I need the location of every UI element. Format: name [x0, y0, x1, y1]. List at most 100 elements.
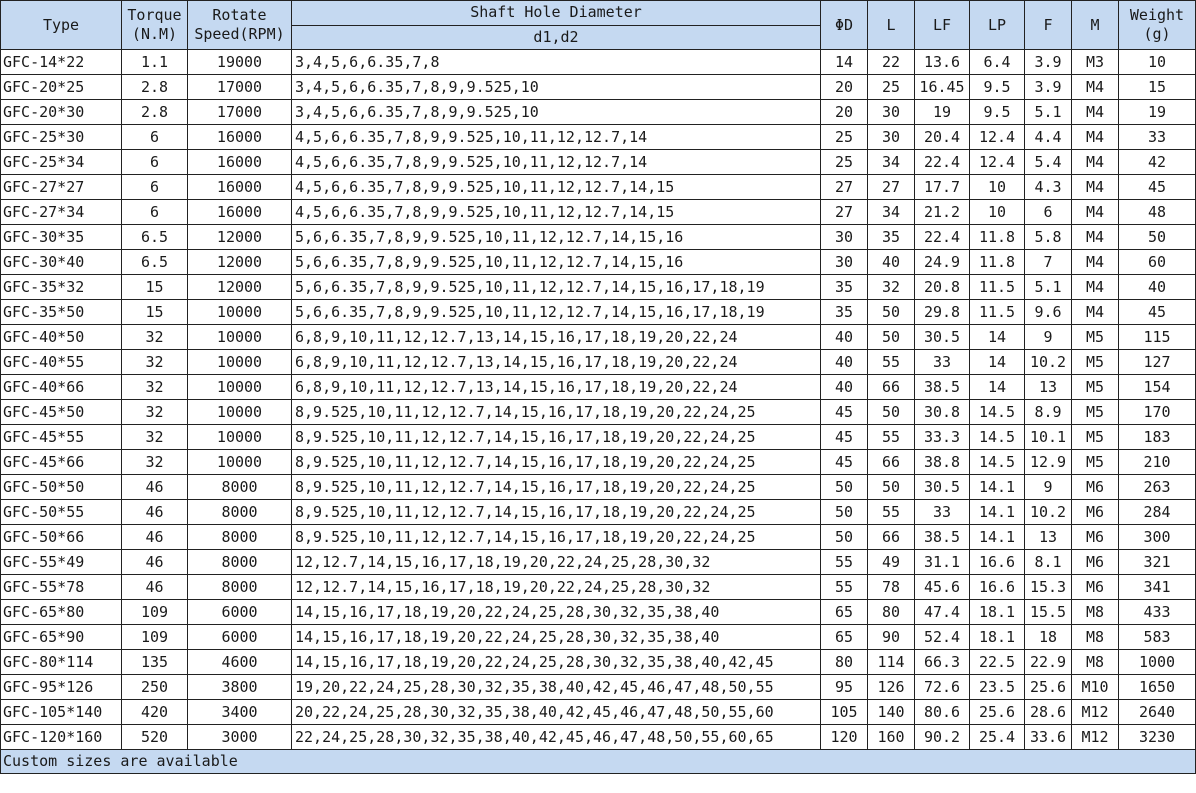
cell-type: GFC-40*55: [0, 349, 122, 375]
cell-type: GFC-55*78: [0, 574, 122, 600]
cell-type: GFC-20*30: [0, 99, 122, 125]
table-row: GFC-27*34 6 16000 4,5,6,6.35,7,8,9,9.525,10…: [0, 199, 1196, 225]
col-shaft-hole: Shaft Hole Diameter: [291, 0, 821, 26]
cell-f: 15.3: [1024, 574, 1072, 600]
cell-type: GFC-45*55: [0, 424, 122, 450]
cell-torque: 420: [121, 699, 188, 725]
cell-lp: 18.1: [969, 624, 1025, 650]
cell-lp: 10: [969, 199, 1025, 225]
cell-torque: 32: [121, 324, 188, 350]
cell-m: M6: [1071, 499, 1119, 525]
cell-type: GFC-55*49: [0, 549, 122, 575]
cell-l: 90: [867, 624, 915, 650]
cell-lf: 29.8: [914, 299, 970, 325]
cell-f: 4.4: [1024, 124, 1072, 150]
cell-lf: 30.8: [914, 399, 970, 425]
cell-weight: 583: [1118, 624, 1196, 650]
cell-f: 9: [1024, 324, 1072, 350]
cell-shaft-diameters: 5,6,6.35,7,8,9,9.525,10,11,12,12.7,14,15…: [291, 299, 821, 325]
cell-phid: 40: [820, 349, 868, 375]
cell-type: GFC-40*50: [0, 324, 122, 350]
cell-phid: 55: [820, 549, 868, 575]
cell-m: M4: [1071, 124, 1119, 150]
cell-l: 35: [867, 224, 915, 250]
cell-weight: 1000: [1118, 649, 1196, 675]
cell-shaft-diameters: 5,6,6.35,7,8,9,9.525,10,11,12,12.7,14,15…: [291, 274, 821, 300]
cell-l: 22: [867, 49, 915, 75]
cell-f: 9: [1024, 474, 1072, 500]
cell-torque: 46: [121, 574, 188, 600]
cell-m: M12: [1071, 724, 1119, 750]
cell-l: 78: [867, 574, 915, 600]
cell-type: GFC-20*25: [0, 74, 122, 100]
cell-shaft-diameters: 19,20,22,24,25,28,30,32,35,38,40,42,45,4…: [291, 674, 821, 700]
cell-weight: 2640: [1118, 699, 1196, 725]
col-speed-label: Rotate: [212, 6, 267, 24]
cell-f: 6: [1024, 199, 1072, 225]
cell-shaft-diameters: 3,4,5,6,6.35,7,8,9,9.525,10: [291, 74, 821, 100]
cell-type: GFC-45*50: [0, 399, 122, 425]
cell-f: 12.9: [1024, 449, 1072, 475]
cell-torque: 46: [121, 524, 188, 550]
cell-type: GFC-50*50: [0, 474, 122, 500]
cell-shaft-diameters: 4,5,6,6.35,7,8,9,9.525,10,11,12,12.7,14,…: [291, 174, 821, 200]
table-row: GFC-105*140 420 3400 20,22,24,25,28,30,32,3…: [0, 699, 1196, 725]
cell-f: 7: [1024, 249, 1072, 275]
cell-m: M10: [1071, 674, 1119, 700]
cell-speed: 8000: [187, 474, 292, 500]
cell-m: M4: [1071, 174, 1119, 200]
col-speed-unit: Speed(RPM): [194, 25, 285, 43]
cell-weight: 300: [1118, 524, 1196, 550]
cell-shaft-diameters: 6,8,9,10,11,12,12.7,13,14,15,16,17,18,19…: [291, 374, 821, 400]
cell-speed: 12000: [187, 274, 292, 300]
cell-lf: 38.8: [914, 449, 970, 475]
cell-lf: 24.9: [914, 249, 970, 275]
col-m: M: [1071, 0, 1119, 50]
cell-torque: 250: [121, 674, 188, 700]
cell-lf: 80.6: [914, 699, 970, 725]
table-row: GFC-40*55 32 10000 6,8,9,10,11,12,12.7,13,1…: [0, 349, 1196, 375]
cell-lp: 11.8: [969, 224, 1025, 250]
cell-torque: 6: [121, 199, 188, 225]
table-row: GFC-65*90 109 6000 14,15,16,17,18,19,20,22,…: [0, 624, 1196, 650]
cell-m: M5: [1071, 399, 1119, 425]
cell-m: M4: [1071, 149, 1119, 175]
cell-speed: 10000: [187, 324, 292, 350]
cell-f: 9.6: [1024, 299, 1072, 325]
cell-torque: 109: [121, 624, 188, 650]
cell-weight: 50: [1118, 224, 1196, 250]
cell-m: M4: [1071, 199, 1119, 225]
cell-phid: 20: [820, 99, 868, 125]
cell-torque: 15: [121, 299, 188, 325]
cell-lp: 14.1: [969, 499, 1025, 525]
table-row: GFC-50*66 46 8000 8,9.525,10,11,12,12.7,14,…: [0, 524, 1196, 550]
cell-f: 8.1: [1024, 549, 1072, 575]
cell-shaft-diameters: 14,15,16,17,18,19,20,22,24,25,28,30,32,3…: [291, 624, 821, 650]
col-type-label: Type: [42, 15, 80, 34]
cell-phid: 65: [820, 599, 868, 625]
cell-lf: 38.5: [914, 524, 970, 550]
cell-type: GFC-95*126: [0, 674, 122, 700]
cell-torque: 46: [121, 499, 188, 525]
cell-lp: 23.5: [969, 674, 1025, 700]
table-row: GFC-25*34 6 16000 4,5,6,6.35,7,8,9,9.525,10…: [0, 149, 1196, 175]
cell-weight: 433: [1118, 599, 1196, 625]
cell-shaft-diameters: 14,15,16,17,18,19,20,22,24,25,28,30,32,3…: [291, 649, 821, 675]
cell-weight: 10: [1118, 49, 1196, 75]
cell-shaft-diameters: 3,4,5,6,6.35,7,8: [291, 49, 821, 75]
col-weight-unit: (g): [1143, 25, 1171, 43]
table-row: GFC-55*49 46 8000 12,12.7,14,15,16,17,18,19…: [0, 549, 1196, 575]
cell-lp: 12.4: [969, 149, 1025, 175]
table-row: GFC-27*27 6 16000 4,5,6,6.35,7,8,9,9.525,10…: [0, 174, 1196, 200]
cell-m: M4: [1071, 274, 1119, 300]
cell-lf: 30.5: [914, 474, 970, 500]
cell-l: 80: [867, 599, 915, 625]
cell-lf: 33: [914, 499, 970, 525]
cell-m: M4: [1071, 99, 1119, 125]
table-row: GFC-120*160 520 3000 22,24,25,28,30,32,35,3…: [0, 724, 1196, 750]
cell-speed: 6000: [187, 624, 292, 650]
cell-speed: 3000: [187, 724, 292, 750]
cell-phid: 35: [820, 299, 868, 325]
cell-weight: 321: [1118, 549, 1196, 575]
cell-lf: 30.5: [914, 324, 970, 350]
